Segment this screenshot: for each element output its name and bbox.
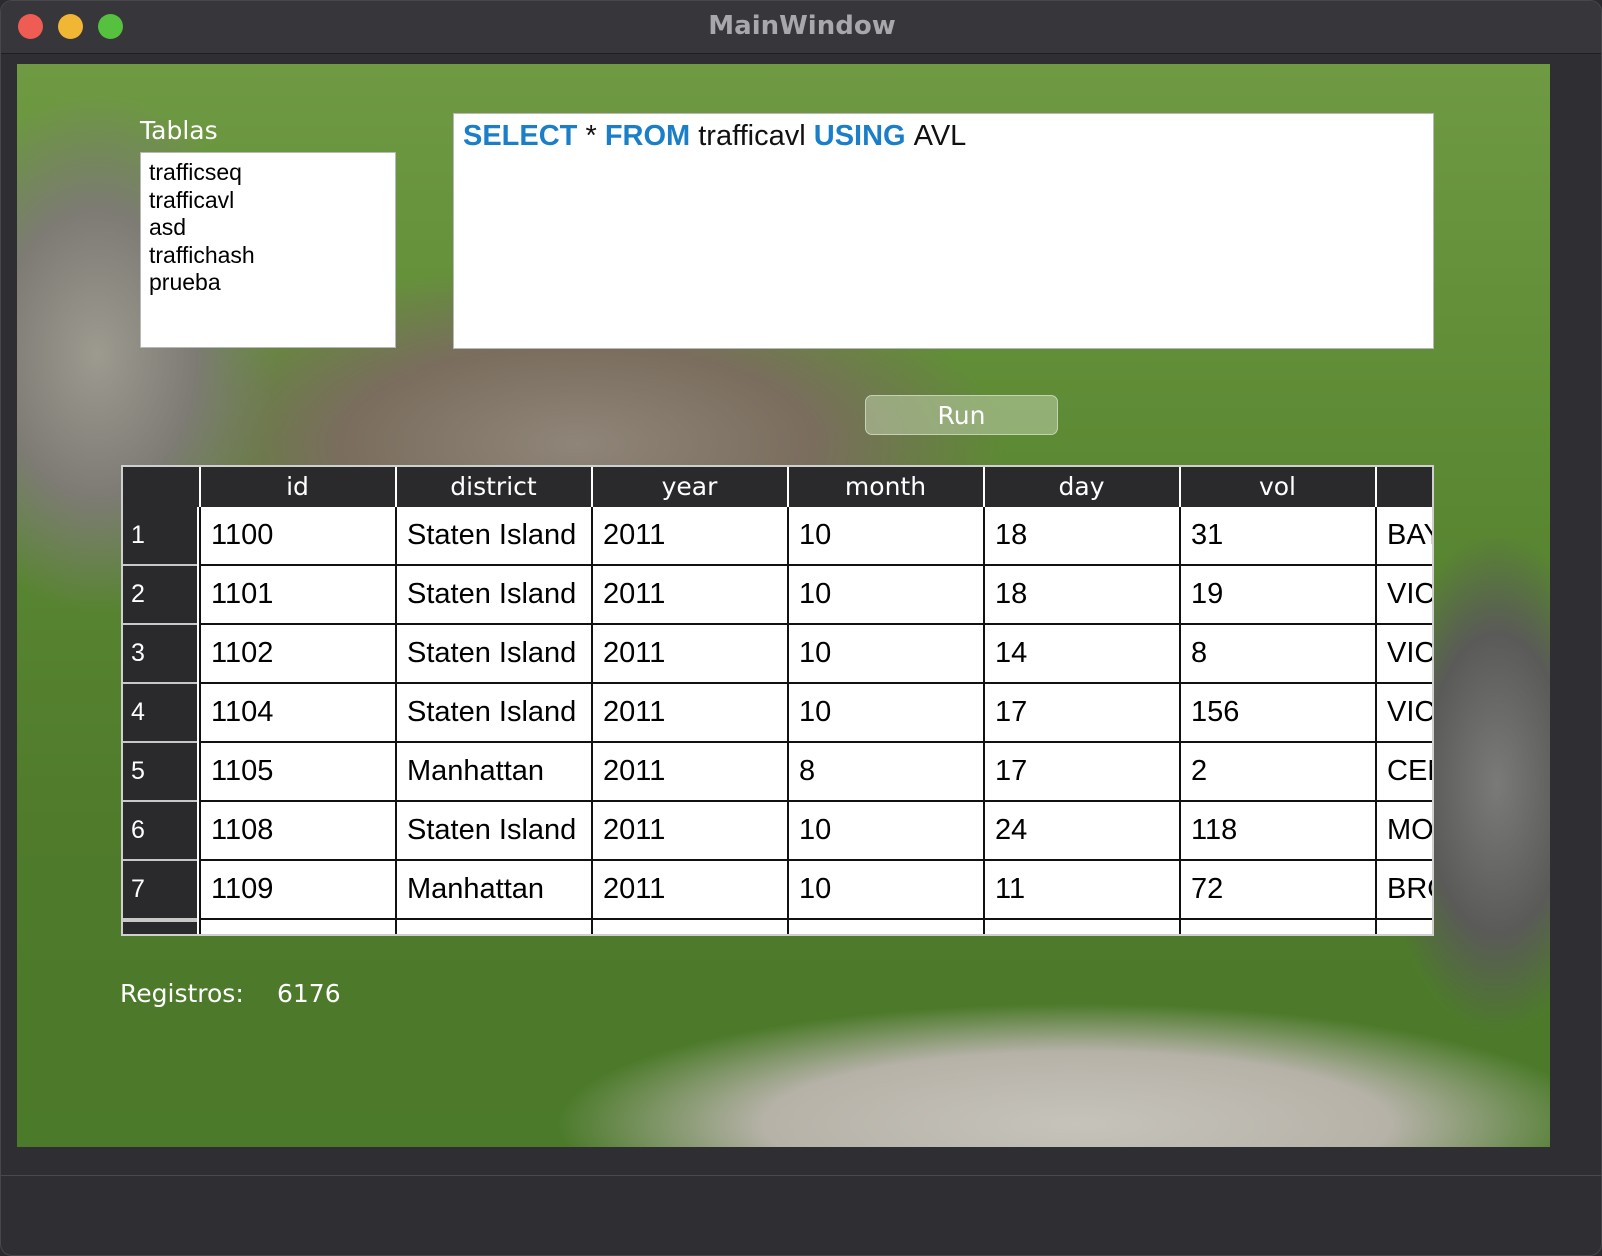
- tables-list[interactable]: trafficseq trafficavl asd traffichash prueba: [140, 152, 396, 348]
- table-cell[interactable]: 10: [787, 566, 983, 625]
- table-cell[interactable]: 10: [787, 507, 983, 566]
- table-cell[interactable]: 18: [983, 507, 1179, 566]
- table-cell[interactable]: 1101: [199, 566, 395, 625]
- record-count-label: Registros:: [120, 979, 244, 1008]
- table-list-item[interactable]: trafficseq: [149, 159, 387, 187]
- table-cell[interactable]: 1105: [199, 743, 395, 802]
- table-cell[interactable]: Staten Island: [395, 684, 591, 743]
- column-header[interactable]: day: [983, 467, 1178, 507]
- status-bar-divider: [1, 1175, 1601, 1176]
- table-cell[interactable]: [1179, 920, 1375, 934]
- table-cell[interactable]: 19: [1179, 566, 1375, 625]
- table-cell[interactable]: 10: [787, 684, 983, 743]
- table-cell[interactable]: Staten Island: [395, 802, 591, 861]
- table-cell[interactable]: 10: [787, 802, 983, 861]
- column-header[interactable]: year: [591, 467, 786, 507]
- table-cell[interactable]: [1375, 920, 1432, 934]
- table-cell[interactable]: BRO: [1375, 861, 1432, 920]
- table-cell[interactable]: 24: [983, 802, 1179, 861]
- tables-label: Tablas: [140, 116, 218, 145]
- table-cell[interactable]: 8: [1179, 625, 1375, 684]
- table-cell[interactable]: VIC: [1375, 566, 1432, 625]
- table-cell[interactable]: 2011: [591, 625, 787, 684]
- table-list-item[interactable]: trafficavl: [149, 187, 387, 215]
- run-button[interactable]: Run: [865, 395, 1058, 435]
- title-bar: MainWindow: [1, 1, 1601, 54]
- table-cell[interactable]: VIC: [1375, 684, 1432, 743]
- table-cell[interactable]: 2011: [591, 566, 787, 625]
- sql-keyword: FROM: [604, 120, 691, 152]
- table-cell[interactable]: 72: [1179, 861, 1375, 920]
- table-cell[interactable]: VIC: [1375, 625, 1432, 684]
- table-cell[interactable]: 31: [1179, 507, 1375, 566]
- row-header[interactable]: 6: [123, 802, 197, 861]
- table-cell[interactable]: Staten Island: [395, 566, 591, 625]
- table-cell[interactable]: [787, 920, 983, 934]
- table-cell[interactable]: 1108: [199, 802, 395, 861]
- record-count-value: 6176: [277, 979, 341, 1008]
- row-header[interactable]: 5: [123, 743, 197, 802]
- row-header[interactable]: 4: [123, 684, 197, 743]
- table-cell[interactable]: 1109: [199, 861, 395, 920]
- table-cell[interactable]: 8: [787, 743, 983, 802]
- table-cell[interactable]: 2: [1179, 743, 1375, 802]
- sql-keyword: SELECT: [463, 120, 578, 152]
- table-cell[interactable]: 11: [983, 861, 1179, 920]
- query-editor[interactable]: SELECT * FROM trafficavl USING AVL: [453, 113, 1434, 349]
- table-cell[interactable]: [395, 920, 591, 934]
- table-cell[interactable]: 2011: [591, 684, 787, 743]
- table-cell[interactable]: Staten Island: [395, 625, 591, 684]
- table-cell[interactable]: Manhattan: [395, 743, 591, 802]
- table-cell[interactable]: 10: [787, 861, 983, 920]
- table-cell[interactable]: CEN: [1375, 743, 1432, 802]
- table-cell[interactable]: 10: [787, 625, 983, 684]
- table-cell[interactable]: 156: [1179, 684, 1375, 743]
- table-list-item[interactable]: prueba: [149, 269, 387, 297]
- table-cell[interactable]: 14: [983, 625, 1179, 684]
- window-title: MainWindow: [708, 11, 896, 41]
- table-corner-button[interactable]: [123, 467, 199, 507]
- sql-text: *: [577, 120, 605, 152]
- table-cell[interactable]: 1102: [199, 625, 395, 684]
- table-cell[interactable]: 2011: [591, 861, 787, 920]
- table-cell[interactable]: 17: [983, 684, 1179, 743]
- table-cell[interactable]: [199, 920, 395, 934]
- table-cell[interactable]: 17: [983, 743, 1179, 802]
- column-header[interactable]: month: [787, 467, 982, 507]
- row-header[interactable]: [123, 920, 197, 934]
- table-cell[interactable]: 1104: [199, 684, 395, 743]
- table-cell[interactable]: 2011: [591, 802, 787, 861]
- sql-keyword: USING: [813, 120, 906, 152]
- table-cell[interactable]: 18: [983, 566, 1179, 625]
- row-header[interactable]: 7: [123, 861, 197, 920]
- column-header[interactable]: vol: [1179, 467, 1374, 507]
- table-cell[interactable]: 2011: [591, 743, 787, 802]
- table-cell[interactable]: BAY: [1375, 507, 1432, 566]
- column-header[interactable]: id: [199, 467, 394, 507]
- table-cell[interactable]: 1100: [199, 507, 395, 566]
- row-header[interactable]: 3: [123, 625, 197, 684]
- column-header[interactable]: district: [395, 467, 590, 507]
- table-cell[interactable]: 2011: [591, 507, 787, 566]
- sql-text: trafficavl: [690, 120, 814, 152]
- table-cell[interactable]: Manhattan: [395, 861, 591, 920]
- column-header[interactable]: [1375, 467, 1432, 507]
- row-header[interactable]: 1: [123, 507, 197, 566]
- table-cell[interactable]: MO: [1375, 802, 1432, 861]
- table-cell[interactable]: [983, 920, 1179, 934]
- sql-text: AVL: [905, 120, 967, 152]
- row-header[interactable]: 2: [123, 566, 197, 625]
- table-cell[interactable]: Staten Island: [395, 507, 591, 566]
- table-cell[interactable]: [591, 920, 787, 934]
- main-window: MainWindow Tablas trafficseq trafficavl as…: [0, 0, 1602, 1256]
- table-list-item[interactable]: asd: [149, 214, 387, 242]
- table-list-item[interactable]: traffichash: [149, 242, 387, 270]
- results-table[interactable]: id district year month day vol 1 1100 Staten Isl…: [121, 465, 1434, 936]
- table-cell[interactable]: 118: [1179, 802, 1375, 861]
